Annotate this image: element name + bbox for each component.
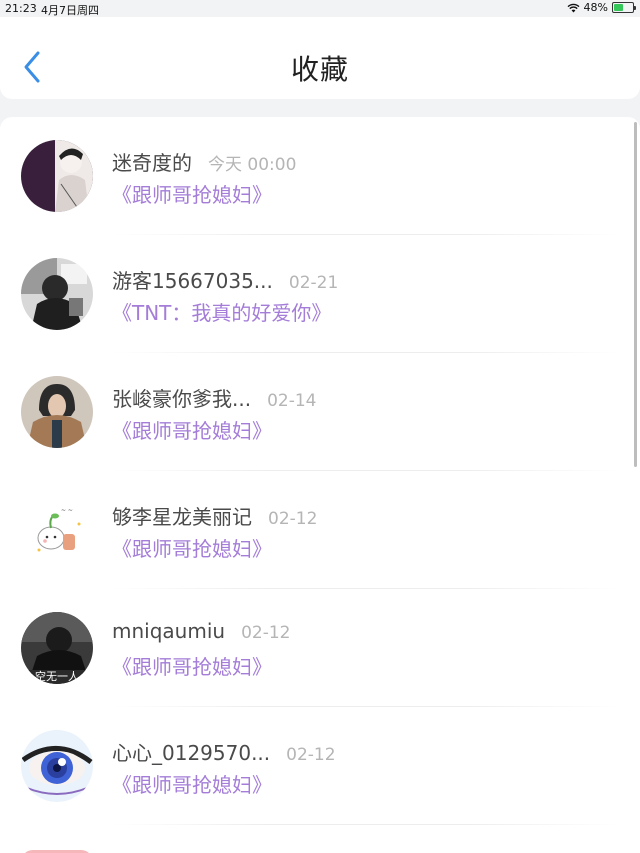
avatar-anime-boy-icon (21, 140, 93, 212)
avatar-caption: 空无一人 (35, 669, 79, 683)
list-item[interactable]: 心心_0129570... 02-12 《跟师哥抢媳妇》 (0, 707, 620, 825)
divider (112, 824, 620, 825)
book-title[interactable]: 《跟师哥抢媳妇》 (112, 769, 272, 798)
avatar (21, 258, 93, 330)
battery-icon (612, 2, 636, 13)
status-indicators: 48% (567, 1, 636, 14)
favorites-list[interactable]: 迷奇度的 今天 00:00 《跟师哥抢媳妇》 游客15667035... 02-21… (0, 117, 640, 853)
list-item[interactable]: ~ ~ 够李星龙美丽记 02-12 《跟师哥抢媳妇》 (0, 471, 620, 589)
battery-level (614, 4, 623, 11)
favorite-date: 02-21 (288, 273, 339, 293)
avatar-bw-photo-icon (21, 258, 93, 330)
favorite-date: 02-12 (268, 509, 318, 529)
svg-text:~ ~: ~ ~ (61, 507, 73, 514)
page-title: 收藏 (290, 53, 349, 86)
avatar (21, 376, 93, 448)
user-name: 迷奇度的 今天 00:00 (112, 151, 297, 175)
list-item[interactable]: 张峻豪你爹我... 02-14 《跟师哥抢媳妇》 (0, 353, 620, 471)
status-time: 21:23 (5, 2, 37, 15)
user-name: mniqaumiu 02-12 (112, 619, 291, 643)
wifi-icon (567, 3, 580, 12)
favorite-date: 今天 00:00 (208, 155, 297, 175)
favorite-date: 02-14 (267, 391, 317, 411)
battery-tip (634, 6, 636, 10)
user-name: 张峻豪你爹我... 02-14 (112, 387, 317, 411)
user-name: 够李星龙美丽记 02-12 (112, 505, 318, 529)
favorite-date: 02-12 (286, 745, 336, 765)
avatar-dark-figure-icon: 空无一人 (21, 612, 93, 684)
book-title[interactable]: 《跟师哥抢媳妇》 (112, 533, 272, 562)
scrollbar[interactable] (634, 122, 637, 467)
user-name: 游客15667035... 02-21 (112, 269, 339, 293)
user-name: 心心_0129570... 02-12 (112, 741, 336, 765)
avatar-cartoon-sticker-icon: ~ ~ (21, 494, 93, 566)
status-bar: 21:23 4月7日周四 48% (0, 0, 640, 17)
list-item[interactable]: 游客15667035... 02-21 《TNT：我真的好爱你》 (0, 235, 620, 353)
avatar-hoodie-person-icon (21, 376, 93, 448)
avatar: ~ ~ (21, 494, 93, 566)
status-date: 4月7日周四 (41, 4, 99, 17)
book-title[interactable]: 《跟师哥抢媳妇》 (112, 651, 272, 680)
list-item[interactable]: 空无一人 mniqaumiu 02-12 《跟师哥抢媳妇》 (0, 589, 620, 707)
book-title[interactable]: 《跟师哥抢媳妇》 (112, 179, 272, 208)
avatar (21, 730, 93, 802)
favorite-date: 02-12 (241, 623, 291, 643)
book-title[interactable]: 《跟师哥抢媳妇》 (112, 415, 272, 444)
list-item[interactable]: 迷奇度的 今天 00:00 《跟师哥抢媳妇》 (0, 117, 620, 235)
book-title[interactable]: 《TNT：我真的好爱你》 (112, 297, 331, 326)
avatar-anime-eye-icon (21, 730, 93, 802)
avatar: 空无一人 (21, 612, 93, 684)
battery-percent: 48% (583, 1, 608, 14)
avatar (21, 140, 93, 212)
nav-header: 收藏 (0, 17, 640, 99)
